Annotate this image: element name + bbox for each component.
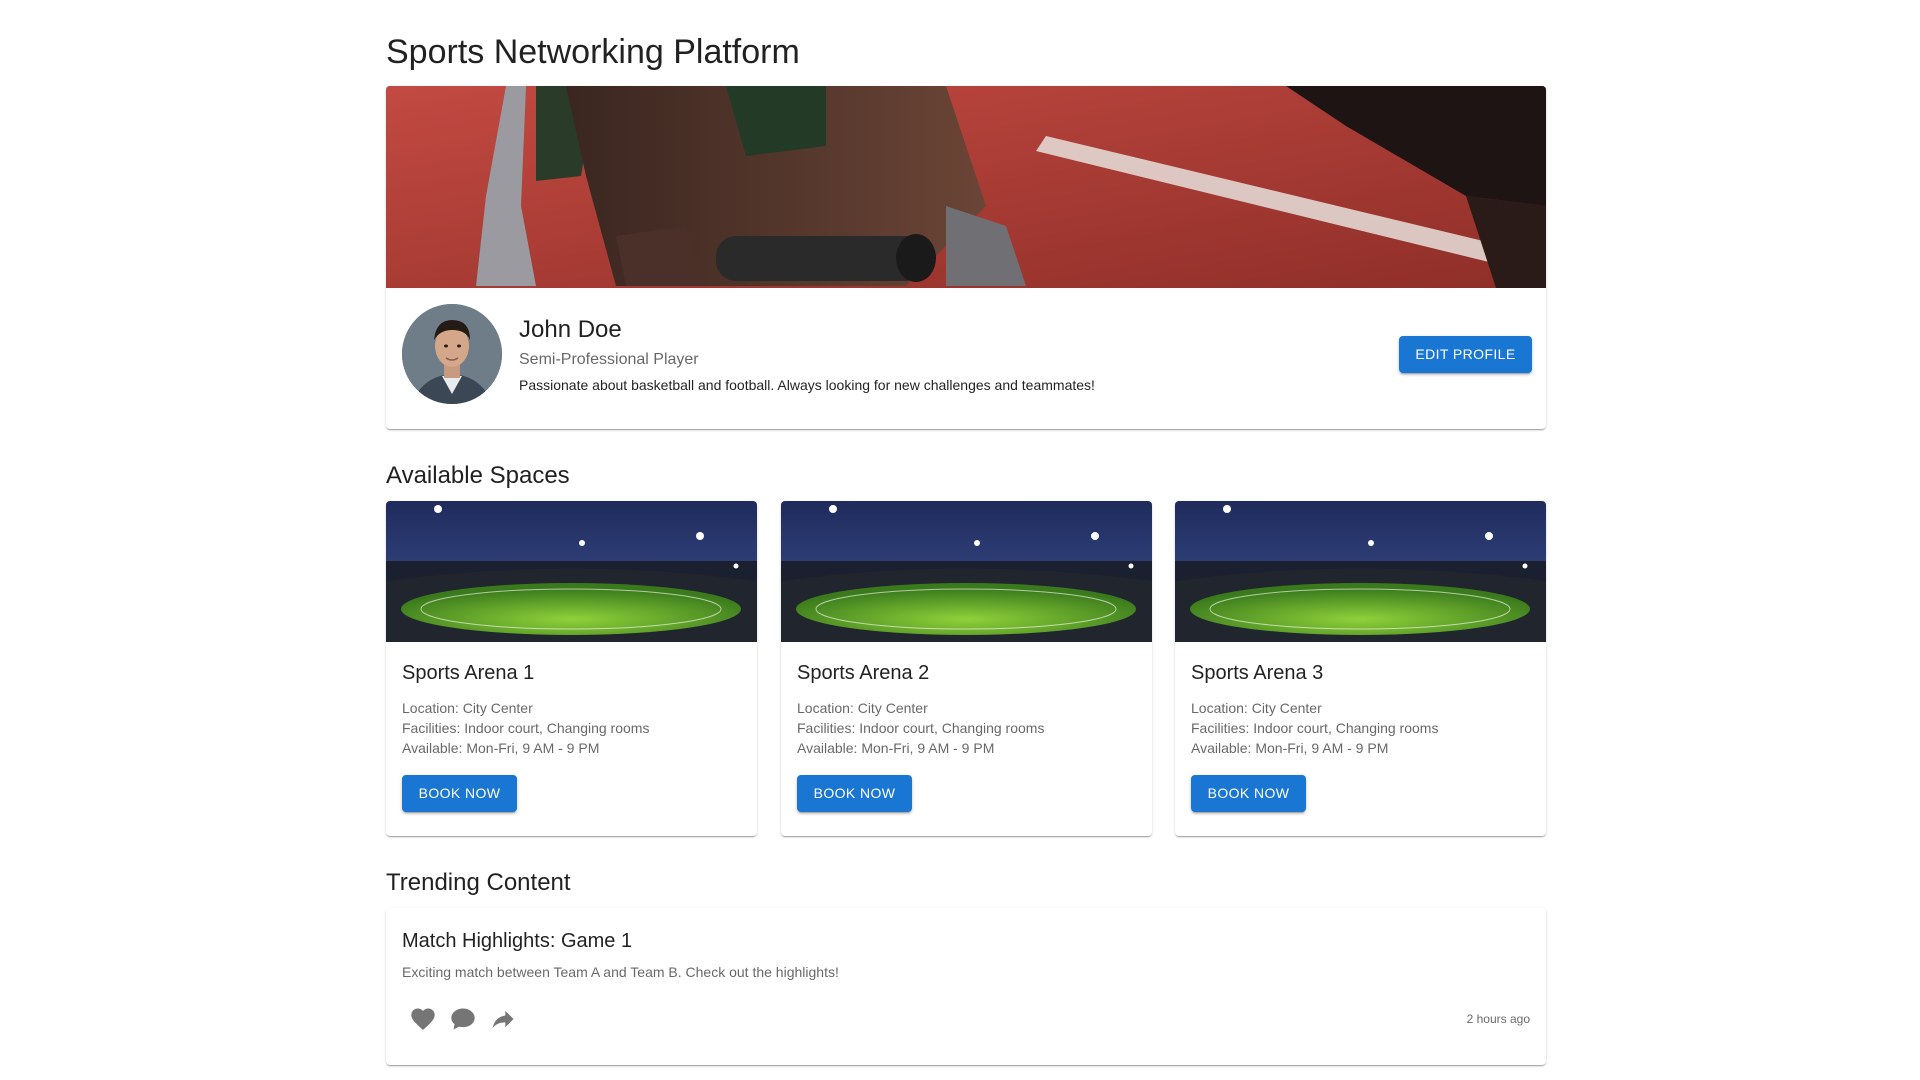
space-availability: Available: Mon-Fri, 9 AM - 9 PM	[1191, 740, 1389, 756]
profile-bio: Passionate about basketball and football…	[519, 377, 1095, 393]
space-card: Sports Arena 1 Location: City Center Fac…	[386, 501, 757, 836]
page-title: Sports Networking Platform	[386, 33, 800, 71]
space-availability: Available: Mon-Fri, 9 AM - 9 PM	[402, 740, 600, 756]
space-availability: Available: Mon-Fri, 9 AM - 9 PM	[797, 740, 995, 756]
avatar	[402, 304, 502, 404]
available-spaces-heading: Available Spaces	[386, 462, 570, 489]
post-description: Exciting match between Team A and Team B…	[402, 964, 839, 980]
stadium-image	[781, 501, 1152, 642]
space-name: Sports Arena 1	[402, 662, 535, 684]
share-icon[interactable]	[489, 1005, 517, 1033]
profile-card: John Doe Semi-Professional Player Passio…	[386, 86, 1546, 429]
stadium-image	[1175, 501, 1546, 642]
trending-post-card: Match Highlights: Game 1 Exciting match …	[386, 908, 1546, 1065]
comment-icon[interactable]	[449, 1005, 477, 1033]
book-now-button[interactable]: BOOK NOW	[797, 775, 912, 812]
profile-cover-image	[386, 86, 1546, 288]
heart-icon[interactable]	[409, 1005, 437, 1033]
trending-content-heading: Trending Content	[386, 869, 571, 896]
profile-name: John Doe	[519, 316, 622, 343]
space-facilities: Facilities: Indoor court, Changing rooms	[1191, 720, 1439, 736]
post-title: Match Highlights: Game 1	[402, 930, 633, 952]
stadium-image	[386, 501, 757, 642]
space-location: Location: City Center	[402, 700, 533, 716]
space-name: Sports Arena 2	[797, 662, 930, 684]
space-card: Sports Arena 3 Location: City Center Fac…	[1175, 501, 1546, 836]
space-name: Sports Arena 3	[1191, 662, 1324, 684]
space-location: Location: City Center	[797, 700, 928, 716]
post-timestamp: 2 hours ago	[1466, 1012, 1530, 1026]
space-facilities: Facilities: Indoor court, Changing rooms	[402, 720, 650, 736]
edit-profile-button[interactable]: EDIT PROFILE	[1399, 336, 1532, 373]
space-card: Sports Arena 2 Location: City Center Fac…	[781, 501, 1152, 836]
space-location: Location: City Center	[1191, 700, 1322, 716]
space-facilities: Facilities: Indoor court, Changing rooms	[797, 720, 1045, 736]
book-now-button[interactable]: BOOK NOW	[1191, 775, 1306, 812]
profile-role: Semi-Professional Player	[519, 351, 699, 368]
book-now-button[interactable]: BOOK NOW	[402, 775, 517, 812]
